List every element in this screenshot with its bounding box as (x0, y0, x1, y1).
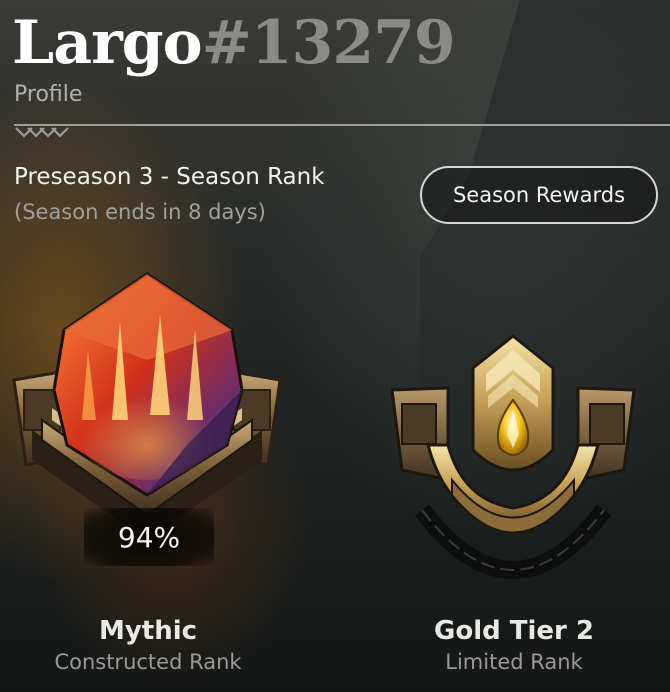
header-divider (14, 124, 670, 126)
gold-rank-emblem-icon[interactable] (388, 330, 638, 590)
mythic-percent-plate: 94% (84, 508, 214, 566)
mythic-percent: 94% (117, 520, 181, 554)
divider-chevron-ornament (15, 127, 69, 138)
player-name: Largo (12, 8, 203, 78)
season-title: Preseason 3 - Season Rank (14, 164, 325, 190)
player-tag: #13279 (201, 8, 456, 78)
limited-rank-type: Limited Rank (445, 650, 583, 674)
season-ends-text: (Season ends in 8 days) (14, 200, 266, 224)
page-subtitle: Profile (14, 82, 83, 107)
season-rewards-button[interactable]: Season Rewards (420, 166, 658, 224)
limited-rank-tier: Gold Tier 2 (433, 616, 595, 646)
constructed-rank-tier: Mythic (98, 616, 198, 646)
constructed-rank-type: Constructed Rank (54, 650, 242, 674)
page-title: Largo#13279 (12, 6, 456, 80)
